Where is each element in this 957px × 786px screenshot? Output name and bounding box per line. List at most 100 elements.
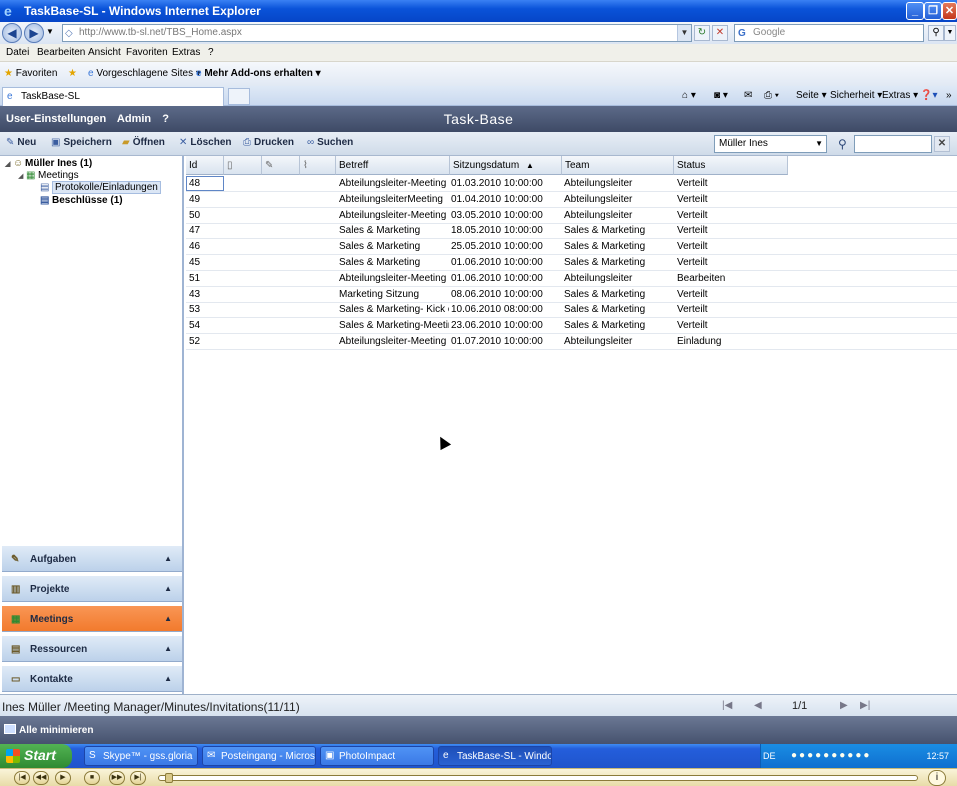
column-header-team[interactable]: Team [562,156,674,175]
add-favorite-icon[interactable]: ★ [68,68,77,79]
column-header-id[interactable]: Id [186,156,224,175]
cell-status: Bearbeiten [677,272,726,284]
help-icon[interactable]: ❓▾ [920,90,937,101]
table-row[interactable]: 49 AbteilungsleiterMeeting 01.04.2010 10:0… [186,192,957,208]
table-row[interactable]: 50 Abteilungsleiter-Meeting 03.05.2010 10:… [186,208,957,224]
close-window-button[interactable]: ✕ [942,2,957,20]
column-header-subject[interactable]: Betreff [336,156,450,175]
media-stop-icon[interactable]: ■ [84,771,100,785]
table-row[interactable]: 53 Sales & Marketing- Kick of 10.06.2010 0… [186,302,957,319]
column-header-status[interactable]: Status [674,156,788,175]
open-button[interactable]: ▰ Öffnen [122,137,165,148]
more-commands-icon[interactable]: » [946,90,952,101]
info-icon[interactable]: i [928,770,946,786]
new-tab-button[interactable] [228,88,250,105]
print-button[interactable]: ⎙ Drucken [243,137,294,148]
favorites-button[interactable]: ★ Favoriten [4,68,57,79]
browser-tab-taskbase[interactable]: e TaskBase-SL [2,87,224,106]
address-input[interactable]: ◇ http://www.tb-sl.net/TBS_Home.aspx ▼ [62,24,692,42]
media-progress-slider[interactable] [158,773,918,783]
app-search-input[interactable] [854,135,932,153]
table-row[interactable]: 46 Sales & Marketing 25.05.2010 10:00:00 Sa… [186,239,957,256]
home-icon[interactable]: ⌂ ▾ [682,90,696,101]
forward-button[interactable]: ▶ [24,23,44,43]
tray-icons[interactable]: ●●●●●●●●●● [791,750,871,761]
last-page-icon[interactable]: ▶| [860,700,870,711]
language-indicator[interactable]: DE [763,751,776,761]
binoculars-icon: ∞ [307,137,315,148]
column-header-document[interactable]: ▯ [224,156,262,175]
suggested-sites-button[interactable]: e Vorgeschlagene Sites ▾ [88,68,201,79]
security-menu[interactable]: Sicherheit ▾ [830,90,882,101]
user-select[interactable]: Müller Ines ▼ [714,135,827,153]
extras-menu[interactable]: Extras ▾ [882,90,918,101]
history-dropdown-icon[interactable]: ▼ [46,27,54,36]
table-row[interactable]: 54 Sales & Marketing-Meeting 23.06.2010 10… [186,318,957,335]
menu-bearbeiten[interactable]: Bearbeiten [37,47,85,58]
tree-collapse-icon[interactable]: ◢ [5,160,13,168]
minimize-all-button[interactable]: Alle minimieren [4,724,93,736]
new-button[interactable]: ✎ Neu [6,137,36,148]
menu-ansicht[interactable]: Ansicht [88,47,121,58]
tree-node-protocols[interactable]: ▤ Protokolle/Einladungen [40,181,161,194]
table-row[interactable]: 52 Abteilungsleiter-Meeting 01.07.2010 10:… [186,334,957,350]
column-header-attachment[interactable]: ⌇ [300,156,336,175]
media-rewind-icon[interactable]: ◀◀ [33,771,49,785]
taskbar-item-skype[interactable]: S Skype™ - gss.gloria [84,746,198,766]
media-play-icon[interactable]: ▶ [55,771,71,785]
back-button[interactable]: ◀ [2,23,22,43]
table-row[interactable]: 48 Abteilungsleiter-Meeting 01.03.2010 10:… [186,176,957,192]
table-row[interactable]: 43 Marketing Sitzung 08.06.2010 10:00:00 Sa… [186,287,957,303]
menu-extras[interactable]: Extras [172,47,200,58]
browser-search-input[interactable]: G Google [734,24,924,42]
accordion-meetings[interactable]: ▦ Meetings ▲ [2,605,182,632]
clear-search-button[interactable]: ✕ [934,136,950,152]
chevron-up-icon: ▲ [164,554,172,563]
table-row[interactable]: 45 Sales & Marketing 01.06.2010 10:00:00 Sa… [186,255,957,271]
column-header-date[interactable]: Sitzungsdatum ▲ [450,156,562,175]
chevron-up-icon: ▲ [164,644,172,653]
maximize-window-button[interactable]: ❐ [924,2,942,20]
menu-favoriten[interactable]: Favoriten [126,47,168,58]
table-row[interactable]: 47 Sales & Marketing 18.05.2010 10:00:00 Sa… [186,223,957,240]
print-icon[interactable]: ⎙ ▾ [764,90,779,101]
refresh-icon[interactable]: ↻ [694,25,710,41]
accordion-ressourcen[interactable]: ▤ Ressourcen ▲ [2,635,182,662]
page-menu[interactable]: Seite ▾ [796,90,827,101]
tree-collapse-icon[interactable]: ◢ [18,172,26,180]
tree-node-meetings[interactable]: ◢ ▦ Meetings [18,170,79,181]
mail-icon[interactable]: ✉ [744,90,752,101]
media-first-icon[interactable]: |◀ [14,771,30,785]
next-page-icon[interactable]: ▶ [840,700,848,711]
accordion-projekte[interactable]: ▥ Projekte ▲ [2,575,182,602]
address-dropdown-icon[interactable]: ▼ [677,25,691,41]
media-last-icon[interactable]: ▶| [130,771,146,785]
search-button[interactable]: ∞ Suchen [307,137,353,148]
minimize-window-button[interactable]: _ [906,2,924,20]
media-progress-knob[interactable] [165,773,173,783]
prev-page-icon[interactable]: ◀ [754,700,762,711]
taskbar-item-taskbase[interactable]: e TaskBase-SL - Windo... [438,746,552,766]
column-header-edit[interactable]: ✎ [262,156,300,175]
media-forward-icon[interactable]: ▶▶ [109,771,125,785]
tree-node-decisions[interactable]: ▤ Beschlüsse (1) [40,195,123,206]
menu-datei[interactable]: Datei [6,47,29,58]
taskbar-item-outlook[interactable]: ✉ Posteingang - Micros... [202,746,316,766]
delete-button[interactable]: ✕ Löschen [179,137,232,148]
addons-button[interactable]: e Mehr Add-ons erhalten ▾ [196,68,321,79]
browser-search-icon[interactable]: ⚲ [928,25,944,41]
menu-help[interactable]: ? [208,47,214,58]
tree-node-user[interactable]: ◢ ☺ Müller Ines (1) [5,158,92,169]
cell-subject: Abteilungsleiter-Meeting [339,209,447,221]
save-button[interactable]: ▣ Speichern [51,137,112,148]
cell-date: 03.05.2010 10:00:00 [451,209,543,221]
feeds-icon[interactable]: ◙ ▾ [714,90,728,101]
taskbar-item-photoimpact[interactable]: ▣ PhotoImpact [320,746,434,766]
search-options-icon[interactable]: ▼ [944,25,956,41]
start-button[interactable]: Start [0,744,72,768]
first-page-icon[interactable]: |◀ [722,700,732,711]
accordion-kontakte[interactable]: ▭ Kontakte ▲ [2,665,182,692]
stop-icon[interactable]: ✕ [712,25,728,41]
table-row[interactable]: 51 Abteilungsleiter-Meeting 01.06.2010 10:… [186,271,957,287]
accordion-aufgaben[interactable]: ✎ Aufgaben ▲ [2,545,182,572]
